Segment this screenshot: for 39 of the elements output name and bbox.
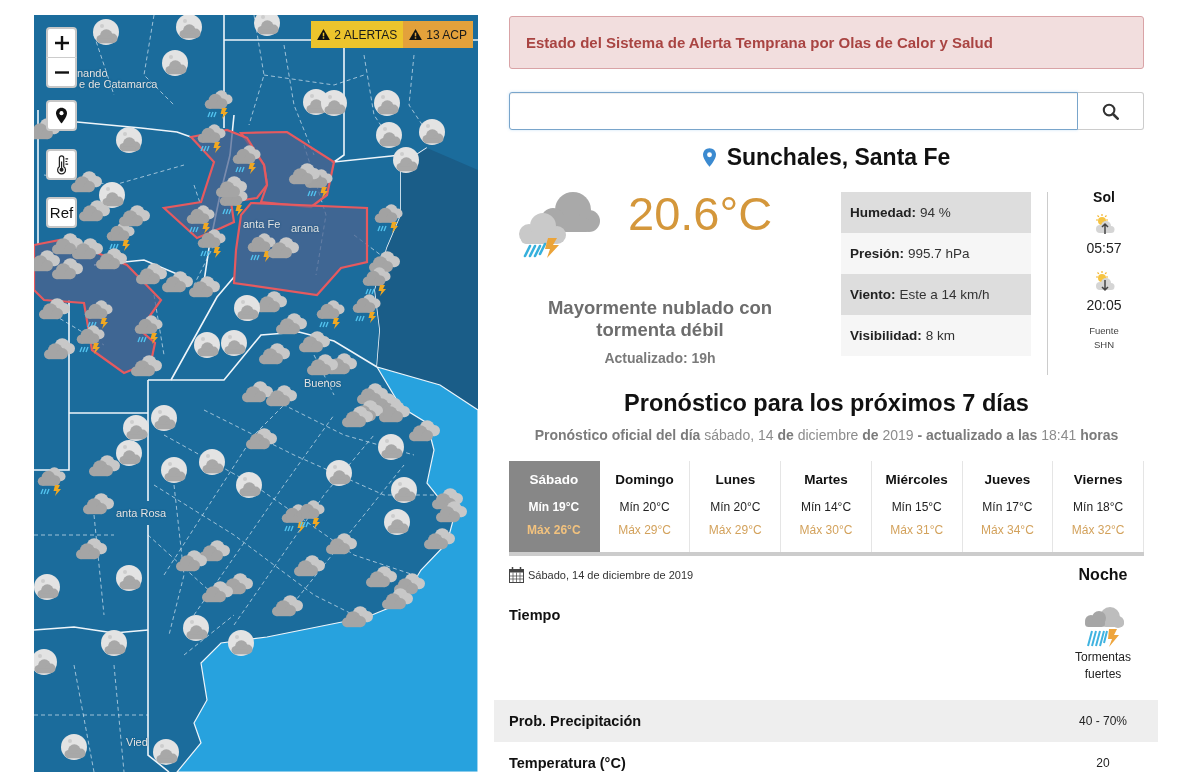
- day-tab[interactable]: Sábado Mín 19°C Máx 26°C: [509, 461, 600, 552]
- alert-banner: Estado del Sistema de Alerta Temprana por Olas de Calor y Salud: [509, 16, 1144, 69]
- location-name: Sunchales, Santa Fe: [726, 143, 951, 171]
- weather-stat: Presión: 995.7 hPa: [841, 233, 1031, 274]
- forecast-subtitle: Pronóstico oficial del día sábado, 14 de diciembre de 2019 - actualizado a las 18:41 horas: [533, 426, 1120, 444]
- row-value: 40 - 70%: [1079, 714, 1127, 728]
- sunset-icon: [1093, 270, 1115, 292]
- map-label: arana: [291, 222, 320, 234]
- search-field[interactable]: [509, 92, 1078, 130]
- weather-stat: Viento: Este a 14 km/h: [841, 274, 1031, 315]
- map-label: anta Rosa: [116, 507, 167, 519]
- weather-stat: Visibilidad: 8 km: [841, 315, 1031, 356]
- map-label: Buenos: [304, 377, 342, 389]
- map-label: e de Catamarca: [79, 78, 158, 90]
- sunrise-icon: [1093, 213, 1115, 235]
- sunset-time: 20:05: [1086, 297, 1122, 314]
- row-label: Prob. Precipitación: [509, 712, 642, 730]
- row-label: Temperatura (°C): [509, 754, 626, 772]
- row-label: Tiempo: [509, 606, 561, 624]
- source-note: Fuente SHN: [1088, 324, 1120, 352]
- temperature-reading: 20.6°C: [628, 190, 773, 237]
- map-label: Vied: [126, 736, 148, 748]
- weather-stat: Humedad: 94 %: [841, 192, 1031, 233]
- location-pin-icon: [702, 147, 716, 167]
- weather-description: Mayormente nublado con tormenta débil: [546, 297, 774, 341]
- period-heading: Noche: [1078, 566, 1128, 584]
- updated-time: Actualizado: 19h: [604, 350, 716, 367]
- thunderstorm-icon: [1082, 605, 1124, 647]
- map-label: anta Fe: [243, 218, 281, 230]
- row-value: 20: [1096, 756, 1110, 770]
- calendar-icon: [509, 567, 524, 583]
- weather-condition: Tormentas fuertes: [1074, 649, 1132, 683]
- sun-heading: Sol: [1093, 189, 1115, 206]
- search-icon: [1102, 102, 1119, 120]
- forecast-date: Sábado, 14 de diciembre de 2019: [528, 569, 694, 581]
- search-button[interactable]: [1078, 92, 1144, 130]
- forecast-title: Pronóstico para los próximos 7 días: [623, 389, 1030, 418]
- sunrise-time: 05:57: [1086, 240, 1122, 257]
- map-label: nando: [77, 67, 108, 79]
